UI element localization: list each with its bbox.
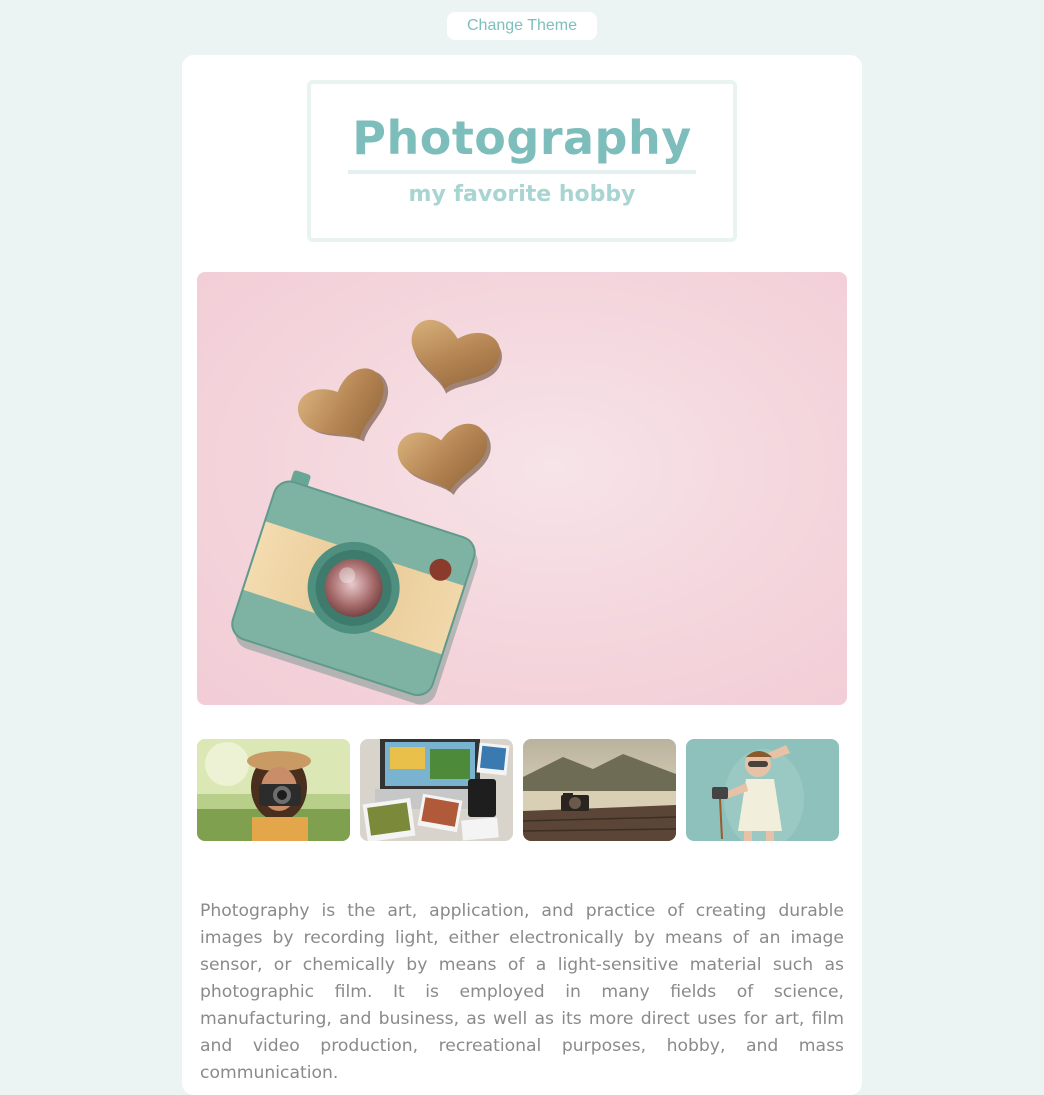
page-subtitle: my favorite hobby <box>408 182 636 207</box>
page-title: Photography <box>348 112 696 174</box>
gallery-thumb-girl-camera[interactable] <box>686 739 839 841</box>
gallery-thumb-laptop-photos[interactable] <box>360 739 513 841</box>
header-box: Photography my favorite hobby <box>307 80 737 242</box>
camera-icon <box>231 470 478 705</box>
hero-image <box>197 272 847 705</box>
gallery-thumb-lake-camera[interactable] <box>523 739 676 841</box>
heart-icon <box>298 368 388 442</box>
gallery-thumb-woman-camera[interactable] <box>197 739 350 841</box>
change-theme-button[interactable]: Change Theme <box>447 12 597 40</box>
content-card: Photography my favorite hobby Photograph… <box>182 55 862 1095</box>
description-text: Photography is the art, application, and… <box>200 901 844 1083</box>
